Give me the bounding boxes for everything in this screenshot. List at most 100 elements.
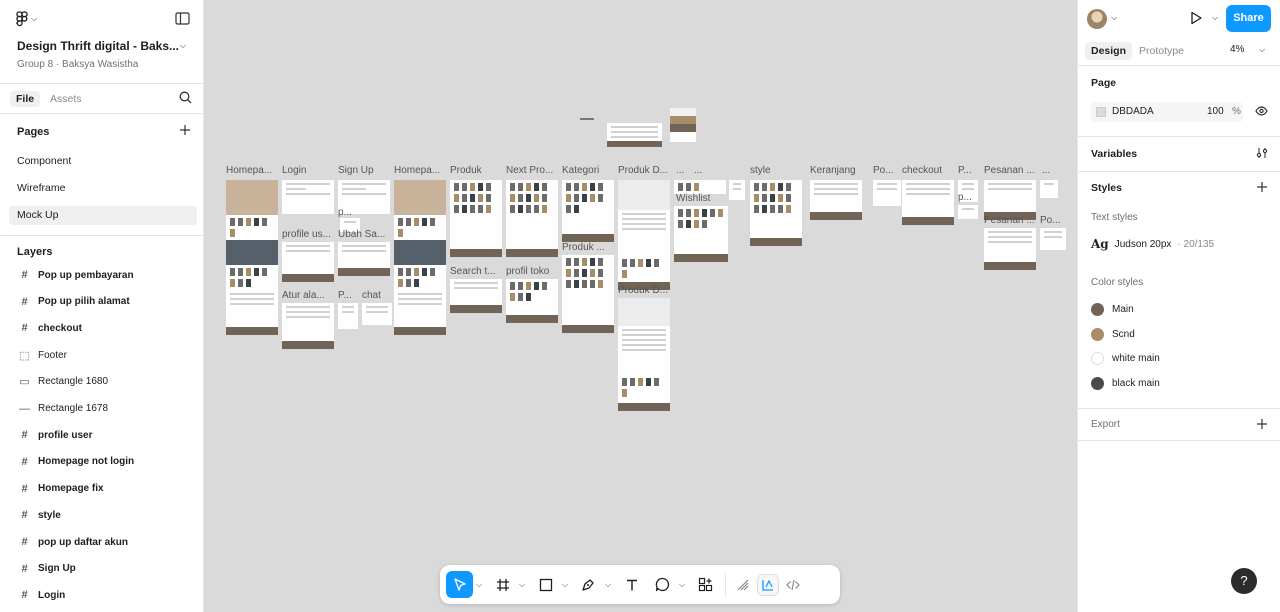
- canvas-frame[interactable]: [1040, 180, 1058, 198]
- frame-label[interactable]: Pesanan ...: [984, 215, 1035, 226]
- variables-settings-icon[interactable]: [1256, 147, 1268, 162]
- present-play-icon[interactable]: [1190, 11, 1202, 28]
- comment-tool-button[interactable]: [649, 571, 676, 598]
- canvas-frame[interactable]: [902, 180, 954, 225]
- canvas-frame[interactable]: [873, 180, 901, 206]
- layer-item[interactable]: ▭ Rectangle 1680: [19, 373, 108, 391]
- frame-label[interactable]: chat: [362, 290, 381, 301]
- design-mode-button[interactable]: [757, 573, 779, 596]
- chevron-down-icon[interactable]: ⌵: [180, 41, 186, 51]
- canvas-frame[interactable]: [450, 279, 502, 313]
- canvas-frame[interactable]: [338, 242, 390, 276]
- tab-assets[interactable]: Assets: [44, 91, 88, 107]
- color-swatch[interactable]: [1096, 107, 1106, 117]
- canvas-frame[interactable]: [226, 180, 278, 335]
- frame-label[interactable]: ...: [1042, 165, 1050, 176]
- frame-label[interactable]: Next Pro...: [506, 165, 553, 176]
- canvas-frame[interactable]: [618, 298, 670, 411]
- frame-label[interactable]: Homepa...: [394, 165, 440, 176]
- dev-mode-button[interactable]: [782, 574, 804, 596]
- frame-label[interactable]: p...: [958, 192, 972, 203]
- layer-item[interactable]: # Login: [19, 586, 65, 604]
- layer-item[interactable]: # Pop up pembayaran: [19, 266, 133, 284]
- color-style-item[interactable]: black main: [1091, 377, 1160, 391]
- frame-label[interactable]: style: [750, 165, 771, 176]
- canvas-frame[interactable]: [1040, 228, 1066, 250]
- canvas-frame[interactable]: [282, 180, 334, 214]
- frame-label[interactable]: p...: [338, 207, 352, 218]
- draw-mode-button[interactable]: [732, 574, 754, 596]
- actions-tool-button[interactable]: [692, 571, 719, 598]
- frame-label[interactable]: Pesanan ...: [984, 165, 1035, 176]
- frame-label[interactable]: Login: [282, 165, 306, 176]
- canvas-frame[interactable]: [282, 242, 334, 282]
- layer-item[interactable]: # Pop up pilih alamat: [19, 293, 129, 311]
- frame-label[interactable]: Produk D...: [618, 285, 668, 296]
- move-tool-button[interactable]: [446, 571, 473, 598]
- text-style-item[interactable]: Ag Judson 20px · 20/135: [1091, 237, 1214, 251]
- canvas-frame[interactable]: [562, 255, 614, 333]
- frame-label[interactable]: ...: [694, 165, 702, 176]
- tab-design[interactable]: Design: [1085, 42, 1133, 60]
- canvas-frame[interactable]: [984, 180, 1036, 220]
- canvas-frame[interactable]: [618, 180, 670, 290]
- frame-label[interactable]: Produk ...: [562, 242, 605, 253]
- canvas-frame[interactable]: [506, 180, 558, 257]
- canvas-frame[interactable]: [984, 228, 1036, 270]
- page-item-component[interactable]: Component: [9, 152, 197, 171]
- frame-label[interactable]: Wishlist: [676, 193, 710, 204]
- rectangle-tool-button[interactable]: [532, 571, 559, 598]
- frame-label[interactable]: Produk: [450, 165, 482, 176]
- chevron-down-icon[interactable]: ⌵: [559, 571, 571, 598]
- frame-label[interactable]: Kategori: [562, 165, 599, 176]
- chevron-down-icon[interactable]: ⌵: [473, 571, 485, 598]
- canvas-frame[interactable]: [729, 180, 745, 200]
- layer-item[interactable]: # profile user: [19, 426, 92, 444]
- search-icon[interactable]: [179, 91, 192, 107]
- file-subtitle[interactable]: Group 8 · Baksya Wasistha: [17, 59, 138, 70]
- frame-tool-button[interactable]: [489, 571, 516, 598]
- frame-label[interactable]: Keranjang: [810, 165, 856, 176]
- frame-label[interactable]: profil toko: [506, 266, 549, 277]
- add-page-icon[interactable]: [179, 124, 191, 139]
- chevron-down-icon[interactable]: ⌵: [1111, 13, 1117, 23]
- canvas-frame[interactable]: [810, 180, 862, 220]
- tab-file[interactable]: File: [10, 91, 41, 107]
- canvas-frame[interactable]: [282, 303, 334, 349]
- color-style-item[interactable]: Scnd: [1091, 327, 1135, 341]
- frame-label[interactable]: Ubah Sa...: [338, 229, 385, 240]
- canvas-frame[interactable]: [562, 180, 614, 242]
- canvas-frame[interactable]: [750, 180, 802, 246]
- canvas-frame[interactable]: [338, 303, 358, 329]
- text-tool-button[interactable]: [618, 571, 645, 598]
- layer-item[interactable]: # style: [19, 506, 60, 524]
- frame-label[interactable]: Homepa...: [226, 165, 272, 176]
- tab-prototype[interactable]: Prototype: [1133, 42, 1190, 60]
- canvas-frame[interactable]: [607, 123, 662, 147]
- frame-label[interactable]: checkout: [902, 165, 942, 176]
- add-style-icon[interactable]: [1256, 181, 1268, 196]
- chevron-down-icon[interactable]: ⌵: [516, 571, 528, 598]
- frame-label[interactable]: Produk D...: [618, 165, 668, 176]
- share-button[interactable]: Share: [1226, 5, 1271, 32]
- background-hex[interactable]: DBDADA: [1112, 106, 1154, 117]
- add-export-icon[interactable]: [1256, 418, 1268, 433]
- frame-label[interactable]: Po...: [873, 165, 894, 176]
- layer-item[interactable]: ⬚ Footer: [19, 346, 67, 364]
- canvas-frame[interactable]: [674, 206, 728, 262]
- background-opacity[interactable]: 100: [1207, 106, 1224, 117]
- page-item-mock-up[interactable]: Mock Up: [9, 206, 197, 225]
- canvas-frame[interactable]: [670, 108, 696, 142]
- canvas-frame[interactable]: [576, 115, 602, 123]
- page-background-field[interactable]: DBDADA 100 %: [1091, 102, 1243, 122]
- frame-label[interactable]: P...: [958, 165, 972, 176]
- canvas-frame[interactable]: [450, 180, 502, 257]
- frame-label[interactable]: Sign Up: [338, 165, 374, 176]
- frame-label[interactable]: Atur ala...: [282, 290, 325, 301]
- layer-item[interactable]: # pop up daftar akun: [19, 533, 128, 551]
- frame-label[interactable]: Search t...: [450, 266, 496, 277]
- color-style-item[interactable]: Main: [1091, 303, 1134, 316]
- main-menu-button[interactable]: ⌵: [16, 11, 37, 27]
- layer-item[interactable]: — Rectangle 1678: [19, 400, 108, 418]
- canvas[interactable]: Homepa... Login Sign Up Homepa... Produk…: [204, 0, 1077, 612]
